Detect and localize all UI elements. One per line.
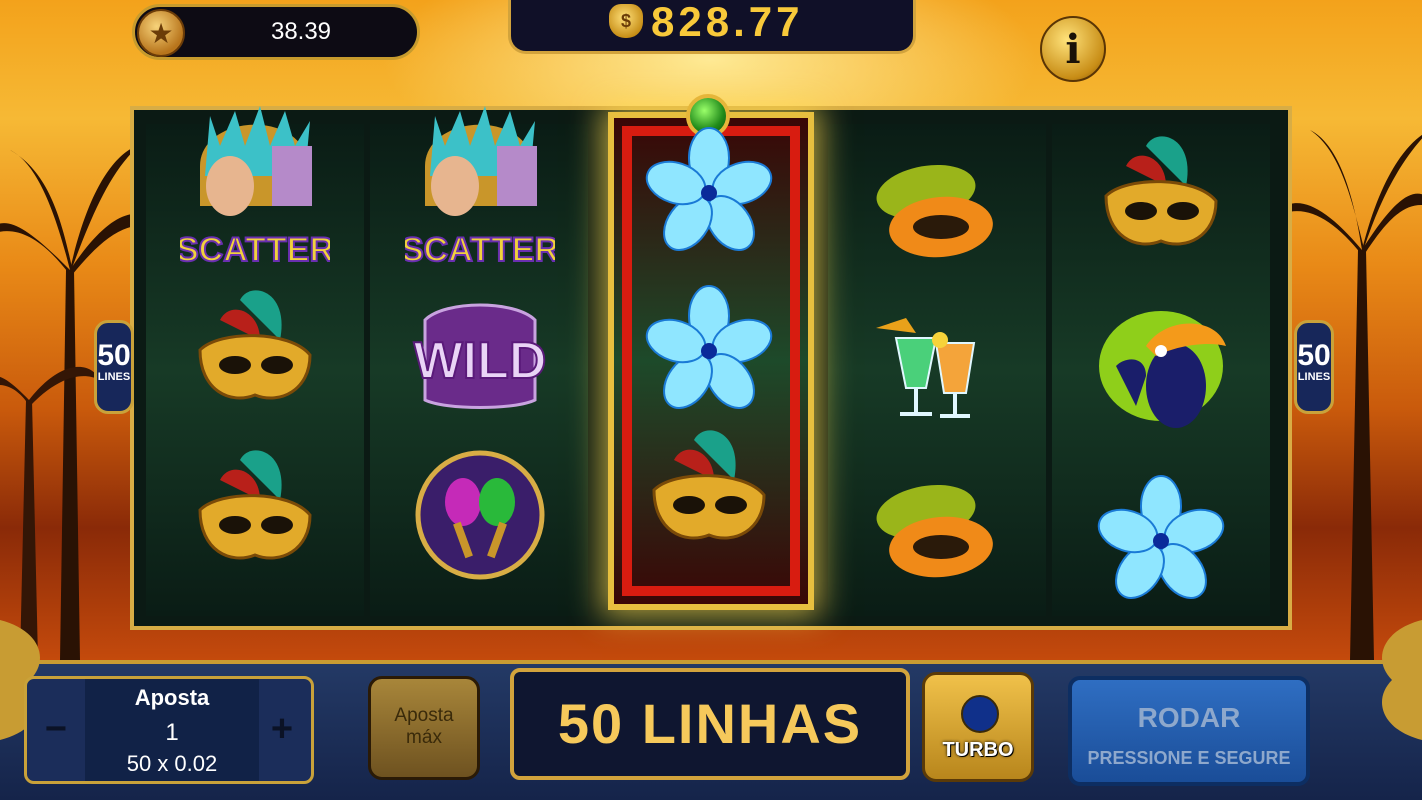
wild-symbol: WILD — [405, 280, 555, 430]
svg-text:WILD: WILD — [414, 332, 547, 390]
coins-value: 38.39 — [270, 18, 332, 45]
blue-flower-symbol — [634, 118, 784, 268]
scatter-symbol: SCATTER — [180, 106, 330, 270]
papaya-symbol — [856, 452, 1006, 602]
spin-title: RODAR — [1137, 702, 1241, 733]
svg-text:SCATTER: SCATTER — [405, 231, 555, 269]
money-bag-icon: $ — [609, 4, 643, 38]
lines-badge-left: 50 LINES — [94, 320, 134, 414]
turbo-indicator-icon — [961, 695, 999, 733]
spin-subtitle: PRESSIONE E SEGURE — [1087, 748, 1291, 768]
toucan-symbol — [1086, 296, 1236, 446]
svg-text:SCATTER: SCATTER — [180, 231, 330, 269]
lines-button[interactable]: 50 LINHAS — [510, 668, 910, 780]
maracas-symbol — [405, 440, 555, 590]
balance-display: $ 828.77 — [508, 0, 916, 54]
bet-control: − Aposta 1 50 x 0.02 + — [24, 676, 314, 784]
coins-display: ★ 38.39 — [132, 4, 420, 60]
balance-value: 828.77 — [651, 0, 804, 45]
bet-increase-button[interactable]: + — [257, 699, 307, 759]
bet-title: Aposta — [134, 685, 210, 710]
max-bet-label-2: máx — [406, 727, 442, 748]
carnival-mask-symbol — [1086, 126, 1236, 276]
info-icon: i — [1065, 25, 1081, 73]
turbo-label: TURBO — [942, 739, 1014, 761]
blue-flower-symbol — [1086, 466, 1236, 616]
max-bet-button[interactable]: Aposta máx — [368, 676, 480, 780]
bet-value: 1 — [165, 719, 179, 746]
info-button[interactable]: i — [1040, 16, 1106, 82]
carnival-mask-symbol — [180, 280, 330, 430]
ornament-right-icon — [1382, 620, 1422, 740]
bet-calculation: 50 x 0.02 — [126, 751, 218, 776]
scatter-symbol: SCATTER — [405, 106, 555, 270]
blue-flower-symbol — [634, 276, 784, 426]
spin-button[interactable]: RODAR PRESSIONE E SEGURE — [1068, 676, 1310, 786]
carnival-mask-symbol — [180, 440, 330, 590]
turbo-button[interactable]: TURBO — [922, 672, 1034, 782]
papaya-symbol — [856, 132, 1006, 282]
cocktails-symbol — [856, 288, 1006, 438]
bet-decrease-button[interactable]: − — [31, 699, 81, 759]
max-bet-label-1: Aposta — [394, 705, 454, 726]
lines-badge-right: 50 LINES — [1294, 320, 1334, 414]
carnival-mask-symbol — [634, 420, 784, 570]
star-coin-icon: ★ — [137, 9, 185, 57]
bet-display: Aposta 1 50 x 0.02 — [85, 679, 259, 781]
